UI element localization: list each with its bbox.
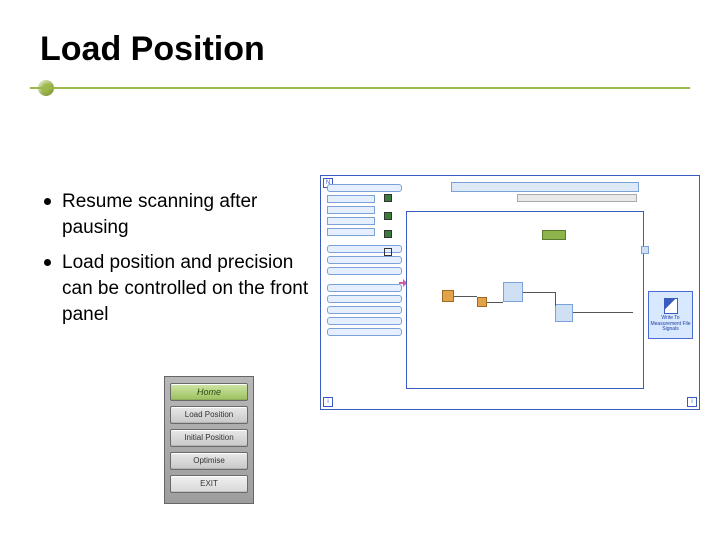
terminal-chip	[327, 195, 375, 203]
load-position-button[interactable]: Load Position	[170, 406, 248, 424]
loop-iteration-icon: i	[323, 397, 333, 407]
tunnel-icon	[641, 246, 649, 254]
list-item: Load position and precision can be contr…	[40, 250, 320, 327]
title-rule	[40, 79, 680, 99]
numeric-node	[477, 297, 487, 307]
initial-position-button[interactable]: Initial Position	[170, 429, 248, 447]
front-panel: Home Load Position Initial Position Opti…	[164, 376, 254, 504]
terminal-chip	[327, 206, 375, 214]
file-icon	[664, 298, 678, 314]
block-diagram: N i	[320, 175, 700, 410]
slide: Load Position Resume scanning after paus…	[0, 0, 720, 540]
bool-box	[384, 230, 392, 238]
write-node-label: Write To Measurement File Signals	[650, 315, 690, 332]
terminal-chip	[327, 295, 402, 303]
optimise-button[interactable]: Optimise	[170, 452, 248, 470]
diagram-outer-frame: N i	[320, 175, 700, 410]
case-selector-bar	[451, 182, 639, 192]
diagram-inner-frame	[406, 211, 644, 389]
bullet-list: Resume scanning after pausing Load posit…	[40, 189, 320, 337]
home-button[interactable]: Home	[170, 383, 248, 401]
exit-button[interactable]: EXIT	[170, 475, 248, 493]
boolean-terminals	[384, 191, 392, 263]
bool-box	[384, 194, 392, 202]
terminal-chip	[327, 217, 375, 225]
terminal-chip	[327, 228, 375, 236]
subvi-node	[503, 282, 523, 302]
bool-box	[384, 212, 392, 220]
terminal-chip	[327, 267, 402, 275]
terminal-chip	[327, 306, 402, 314]
numeric-node	[442, 290, 454, 302]
case-label-bar	[517, 194, 637, 202]
resume-node	[542, 230, 566, 240]
write-to-file-node: Write To Measurement File Signals	[648, 291, 693, 339]
terminal-chip	[327, 284, 402, 292]
terminal-chip	[327, 328, 402, 336]
page-title: Load Position	[40, 30, 680, 69]
loop-index-icon: i	[687, 397, 697, 407]
bool-box	[384, 248, 392, 256]
rule-line	[30, 87, 690, 89]
terminal-chip	[327, 317, 402, 325]
subvi-node	[555, 304, 573, 322]
list-item: Resume scanning after pausing	[40, 189, 320, 240]
